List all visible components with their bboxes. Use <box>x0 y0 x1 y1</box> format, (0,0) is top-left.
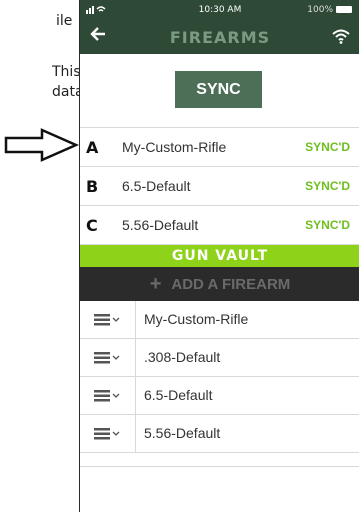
battery-indicator: 100% <box>307 5 352 15</box>
annotation-panel: ile This data <box>0 0 84 512</box>
battery-percent: 100% <box>307 5 333 15</box>
slot-sync-status: SYNC'D <box>305 218 350 232</box>
vault-firearm-name: 5.56-Default <box>144 425 221 441</box>
nav-bar: FIREARMS <box>80 20 359 54</box>
vault-firearm-name: My-Custom-Rifle <box>144 311 249 327</box>
add-firearm-button[interactable]: + ADD A FIREARM <box>80 267 359 301</box>
device-slots: A My-Custom-Rifle SYNC'D B 6.5-Default S… <box>80 128 359 245</box>
divider <box>80 466 359 467</box>
slot-letter: A <box>86 138 99 157</box>
vault-item[interactable]: 5.56-Default <box>80 415 359 453</box>
status-bar: 10:30 AM 100% <box>80 0 359 20</box>
vault-item[interactable]: 6.5-Default <box>80 377 359 415</box>
sync-section: SYNC <box>80 54 359 128</box>
slot-firearm-name: 6.5-Default <box>122 178 191 194</box>
vault-list: My-Custom-Rifle .308-Default 6.5-Default… <box>80 301 359 453</box>
annotation-line-2: This <box>52 64 81 80</box>
gun-vault-header: GUN VAULT <box>80 245 359 267</box>
add-firearm-label: ADD A FIREARM <box>171 276 291 293</box>
vault-item[interactable]: My-Custom-Rifle <box>80 301 359 339</box>
slot-firearm-name: 5.56-Default <box>122 217 199 233</box>
drag-menu-icon[interactable] <box>94 351 120 369</box>
drag-menu-icon[interactable] <box>94 313 120 331</box>
battery-icon <box>336 6 352 13</box>
drag-menu-icon[interactable] <box>94 389 120 407</box>
vault-firearm-name: 6.5-Default <box>144 387 213 403</box>
page-title: FIREARMS <box>169 28 271 47</box>
slot-row-c[interactable]: C 5.56-Default SYNC'D <box>80 206 359 245</box>
slot-letter: C <box>86 216 98 235</box>
slot-sync-status: SYNC'D <box>305 179 350 193</box>
phone-screen: 10:30 AM 100% FIREARMS SYNC A My-Custom-… <box>79 0 359 512</box>
drag-menu-icon[interactable] <box>94 427 120 445</box>
plus-icon: + <box>149 273 162 295</box>
annotation-line-1: ile <box>56 13 73 29</box>
pointer-arrow-icon <box>4 128 80 162</box>
sync-button[interactable]: SYNC <box>175 71 262 108</box>
slot-letter: B <box>86 177 99 196</box>
slot-firearm-name: My-Custom-Rifle <box>122 139 227 155</box>
wifi-icon[interactable] <box>332 28 350 49</box>
slot-sync-status: SYNC'D <box>305 140 350 154</box>
vault-firearm-name: .308-Default <box>144 349 221 365</box>
slot-row-a[interactable]: A My-Custom-Rifle SYNC'D <box>80 128 359 167</box>
slot-row-b[interactable]: B 6.5-Default SYNC'D <box>80 167 359 206</box>
vault-item[interactable]: .308-Default <box>80 339 359 377</box>
